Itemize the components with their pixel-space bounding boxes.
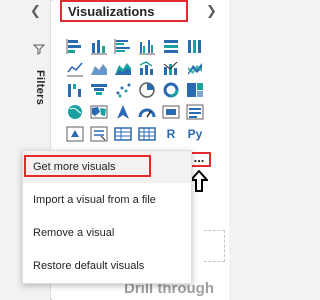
more-options-context-menu: Get more visuals Import a visual from a …: [22, 150, 192, 284]
stacked-column-chart-icon[interactable]: [88, 36, 110, 56]
treemap-icon[interactable]: [184, 80, 206, 100]
chevron-right-icon[interactable]: ❯: [206, 3, 217, 19]
kpi-icon[interactable]: [64, 124, 86, 144]
stacked-bar-chart-icon[interactable]: [64, 36, 86, 56]
scatter-chart-icon[interactable]: [112, 80, 134, 100]
ribbon-chart-icon[interactable]: [184, 58, 206, 78]
line-chart-icon[interactable]: [64, 58, 86, 78]
stacked-area-chart-icon[interactable]: [112, 58, 134, 78]
map-icon[interactable]: [64, 102, 86, 122]
menu-item-restore-default-visuals[interactable]: Restore default visuals: [23, 250, 191, 282]
menu-item-remove-visual[interactable]: Remove a visual: [23, 217, 191, 249]
filled-map-icon[interactable]: [88, 102, 110, 122]
donut-chart-icon[interactable]: [160, 80, 182, 100]
100-stacked-column-chart-icon[interactable]: [184, 36, 206, 56]
multi-row-card-icon[interactable]: [184, 102, 206, 122]
line-clustered-column-icon[interactable]: [136, 58, 158, 78]
filters-label[interactable]: Filters: [30, 70, 46, 130]
100-stacked-bar-chart-icon[interactable]: [160, 36, 182, 56]
clustered-bar-chart-icon[interactable]: [112, 36, 134, 56]
pie-chart-icon[interactable]: [136, 80, 158, 100]
python-visual-icon[interactable]: Py: [184, 124, 206, 144]
line-stacked-column-icon[interactable]: [160, 58, 182, 78]
table-icon[interactable]: [112, 124, 134, 144]
card-icon[interactable]: [160, 102, 182, 122]
visualizations-title: Visualizations: [60, 0, 188, 22]
up-arrow-annotation-icon: [188, 169, 210, 197]
r-script-visual-icon[interactable]: R: [160, 124, 182, 144]
slicer-icon[interactable]: [88, 124, 110, 144]
waterfall-chart-icon[interactable]: [64, 80, 86, 100]
menu-item-get-more-visuals[interactable]: Get more visuals: [23, 151, 191, 183]
filter-funnel-icon: [32, 42, 46, 60]
area-chart-icon[interactable]: [88, 58, 110, 78]
gauge-icon[interactable]: [136, 102, 158, 122]
chevron-left-icon[interactable]: ❮: [30, 3, 41, 19]
menu-item-import-visual[interactable]: Import a visual from a file: [23, 184, 191, 216]
drill-through-well[interactable]: [204, 230, 225, 262]
clustered-column-chart-icon[interactable]: [136, 36, 158, 56]
azure-map-icon[interactable]: [112, 102, 134, 122]
matrix-icon[interactable]: [136, 124, 158, 144]
funnel-chart-icon[interactable]: [88, 80, 110, 100]
